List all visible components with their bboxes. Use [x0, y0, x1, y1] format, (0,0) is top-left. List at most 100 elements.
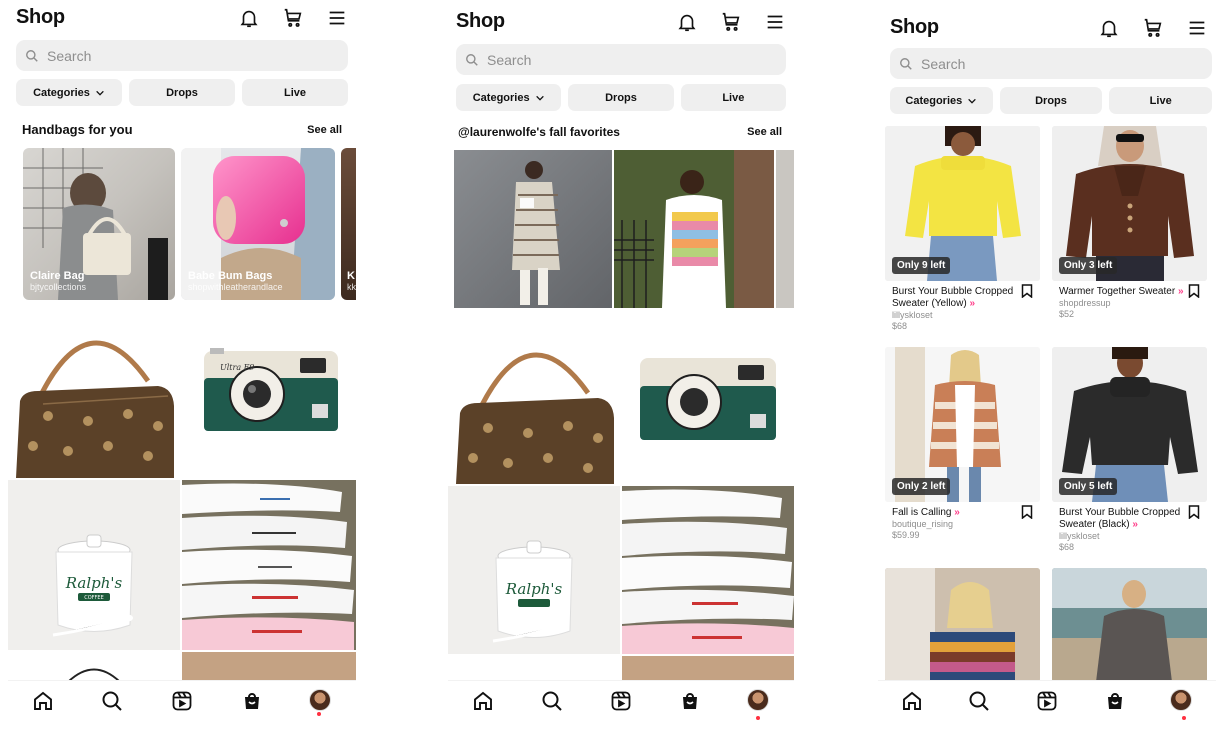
- product-image-partial-1[interactable]: [885, 568, 1040, 682]
- search-bar[interactable]: [456, 44, 786, 75]
- chip-label: Drops: [1035, 94, 1067, 107]
- drops-chip[interactable]: Drops: [999, 87, 1103, 114]
- product-card-claire-bag[interactable]: Claire Bag bjtycollections: [23, 148, 175, 300]
- product-tile-camera[interactable]: [622, 318, 794, 484]
- menu-icon[interactable]: [326, 7, 348, 29]
- chip-label: Categories: [33, 86, 90, 99]
- menu-icon[interactable]: [764, 11, 786, 33]
- reels-icon[interactable]: [1035, 689, 1059, 713]
- product-tile-mug[interactable]: Ralph's COFFEE: [8, 480, 180, 650]
- live-chip[interactable]: Live: [680, 84, 786, 111]
- product-card[interactable]: Only 5 left Burst Your Bubble Cropped Sw…: [1052, 347, 1207, 553]
- card-name: Babe Bum Bags: [188, 270, 273, 282]
- product-card-babe-bum-bags[interactable]: Babe Bum Bags shopwithleatherandlace: [181, 148, 335, 300]
- product-tile-sweatshirts[interactable]: [622, 486, 794, 654]
- product-card[interactable]: Only 9 left Burst Your Bubble Cropped Sw…: [885, 126, 1040, 332]
- drops-chip[interactable]: Drops: [568, 84, 674, 111]
- search-icon[interactable]: [967, 689, 991, 713]
- product-tile-partial-2[interactable]: [182, 652, 356, 682]
- profile-avatar[interactable]: [1170, 689, 1194, 713]
- section-header: Handbags for you See all: [22, 122, 342, 137]
- notification-dot: [317, 712, 321, 716]
- bottom-nav: [8, 680, 356, 738]
- product-card[interactable]: Only 2 left Fall is Calling » boutique_r…: [885, 347, 1040, 541]
- home-icon[interactable]: [900, 689, 924, 713]
- search-input[interactable]: [47, 47, 306, 64]
- bookmark-icon[interactable]: [1188, 284, 1200, 298]
- product-card-partial[interactable]: Kkk: [341, 148, 356, 300]
- bookmark-icon[interactable]: [1021, 505, 1033, 519]
- search-bar[interactable]: [16, 40, 348, 71]
- bookmark-icon[interactable]: [1021, 284, 1033, 298]
- cart-icon[interactable]: [282, 7, 304, 29]
- shop-icon[interactable]: [678, 689, 702, 713]
- search-icon[interactable]: [540, 689, 564, 713]
- see-all-link[interactable]: See all: [307, 124, 342, 136]
- search-bar[interactable]: [890, 48, 1212, 79]
- home-icon[interactable]: [31, 689, 55, 713]
- home-icon[interactable]: [471, 689, 495, 713]
- product-tile-lv-bag[interactable]: [448, 318, 620, 484]
- hoodie-beach-photo: [1052, 568, 1207, 682]
- product-tile-sweatshirts[interactable]: [182, 480, 356, 650]
- product-image-partial-2[interactable]: [1052, 568, 1207, 682]
- shop-screen-handbags: Shop Categories Drops Live Handbags for …: [8, 0, 356, 738]
- product-tile-partial-1[interactable]: [8, 652, 180, 682]
- product-price: $68: [892, 321, 908, 331]
- search-glass-icon: [26, 49, 38, 62]
- header: Shop: [16, 6, 348, 29]
- product-title: Burst Your Bubble Cropped Sweater (Black…: [1059, 507, 1185, 531]
- menu-icon[interactable]: [1186, 17, 1208, 39]
- categories-chip[interactable]: Categories: [890, 87, 993, 114]
- bell-icon[interactable]: [238, 7, 260, 29]
- sweatshirts-photo: [622, 489, 794, 654]
- double-chevron-icon: »: [1177, 286, 1184, 297]
- camera-brand-text: Ultra F9: [220, 363, 254, 372]
- live-chip[interactable]: Live: [1109, 87, 1213, 114]
- bell-icon[interactable]: [676, 11, 698, 33]
- shop-icon[interactable]: [240, 689, 264, 713]
- bell-icon[interactable]: [1098, 17, 1120, 39]
- notification-dot: [756, 716, 760, 720]
- reels-icon[interactable]: [170, 689, 194, 713]
- section-header: @laurenwolfe's fall favorites See all: [458, 125, 782, 139]
- categories-chip[interactable]: Categories: [16, 79, 122, 106]
- cart-icon[interactable]: [1142, 17, 1164, 39]
- product-tile-partial[interactable]: [622, 656, 794, 682]
- product-price: $59.99: [892, 530, 920, 540]
- card-label: Babe Bum Bags shopwithleatherandlace: [188, 270, 283, 292]
- double-chevron-icon: »: [1132, 519, 1138, 530]
- profile-avatar[interactable]: [747, 689, 771, 713]
- page-title: Shop: [16, 6, 65, 28]
- search-input[interactable]: [487, 51, 744, 68]
- product-image: Only 9 left: [885, 126, 1040, 281]
- shop-screen-fall-favorites: Shop Categories Drops Live @laurenwolfe'…: [448, 0, 794, 738]
- cart-icon[interactable]: [720, 11, 742, 33]
- outfit-vest-photo: [614, 150, 774, 308]
- categories-chip[interactable]: Categories: [456, 84, 562, 111]
- see-all-link[interactable]: See all: [747, 126, 782, 138]
- product-tile-lv-bag[interactable]: [8, 306, 180, 478]
- product-title: Warmer Together Sweater »: [1059, 286, 1185, 298]
- reels-icon[interactable]: [609, 689, 633, 713]
- profile-avatar[interactable]: [309, 689, 333, 713]
- look-tile-partial[interactable]: [776, 150, 794, 308]
- search-icon[interactable]: [100, 689, 124, 713]
- product-card[interactable]: Only 3 left Warmer Together Sweater » sh…: [1052, 126, 1207, 320]
- shop-icon[interactable]: [1103, 689, 1127, 713]
- double-chevron-icon: »: [954, 507, 960, 518]
- chip-label: Live: [283, 86, 306, 99]
- look-tile-2[interactable]: [614, 150, 774, 308]
- live-chip[interactable]: Live: [242, 79, 348, 106]
- chip-label: Categories: [472, 91, 530, 104]
- card-label: Claire Bag bjtycollections: [30, 270, 86, 292]
- stock-badge: Only 9 left: [892, 257, 951, 274]
- drops-chip[interactable]: Drops: [129, 79, 235, 106]
- product-price: $52: [1059, 309, 1075, 319]
- product-tile-camera[interactable]: Ultra F9: [182, 306, 356, 478]
- partial-photo: [67, 668, 121, 682]
- product-tile-mug[interactable]: Ralph's: [448, 486, 620, 654]
- search-input[interactable]: [921, 55, 1172, 72]
- bookmark-icon[interactable]: [1188, 505, 1200, 519]
- look-tile-1[interactable]: [454, 150, 612, 308]
